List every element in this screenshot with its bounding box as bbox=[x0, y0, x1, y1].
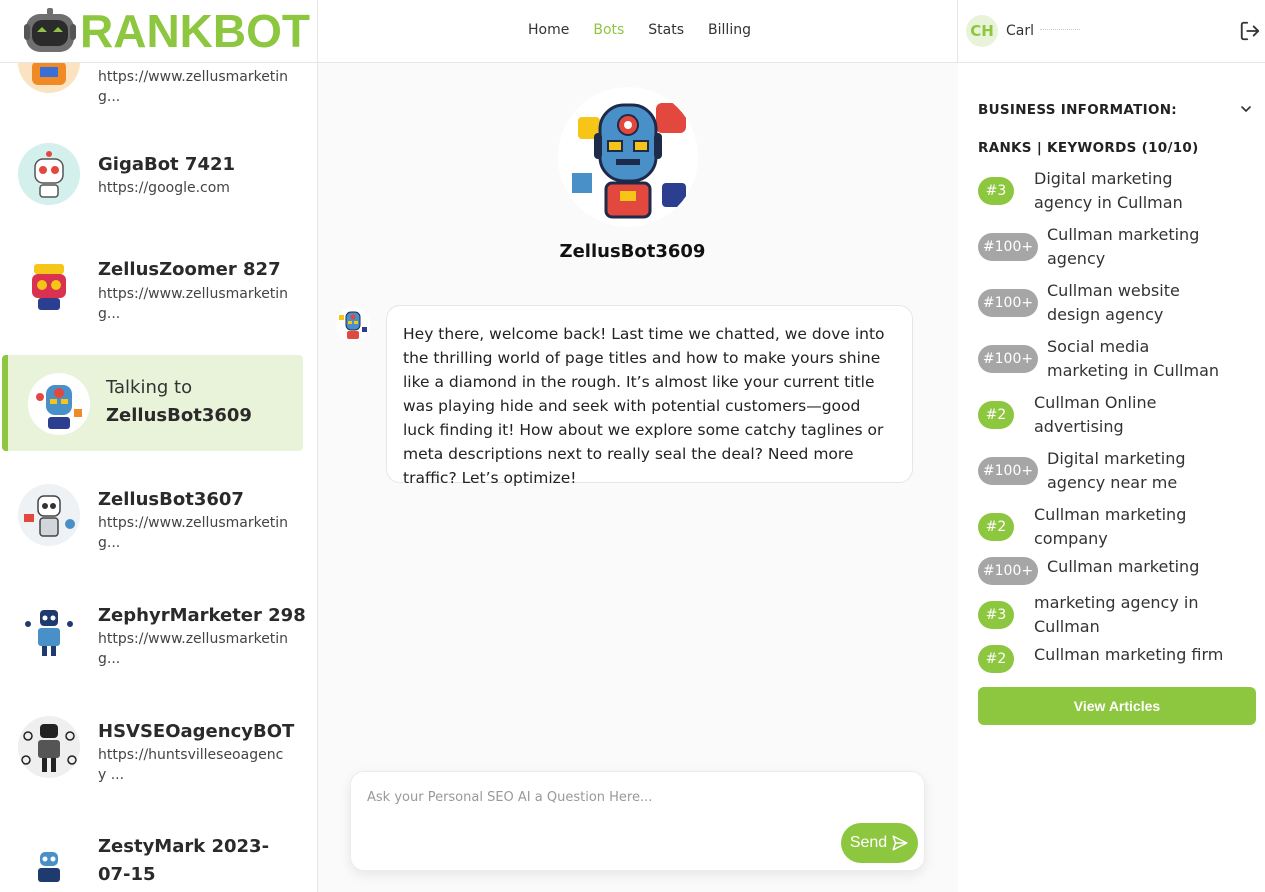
robot-icon bbox=[28, 373, 90, 435]
keyword-text: Digital marketing agency near me bbox=[1047, 449, 1186, 492]
business-info-title: BUSINESS INFORMATION: bbox=[978, 102, 1178, 118]
chat-input[interactable] bbox=[367, 790, 907, 805]
user-menu[interactable]: CH Carl bbox=[966, 15, 1080, 47]
bot-name: HSVSEOagencyBOT bbox=[98, 721, 295, 742]
bot-hero-name: ZellusBot3609 bbox=[559, 241, 706, 262]
ranks-keywords-title: RANKS | KEYWORDS (10/10) bbox=[978, 140, 1199, 156]
chat-panel: ZellusBot3609 Hey there, welcome back! L… bbox=[318, 63, 957, 892]
bots-sidebar: https://www.zellusmarketin g... GigaBot … bbox=[0, 63, 318, 892]
rank-badge: #3 bbox=[978, 177, 1014, 205]
bot-name: ZellusBot3607 bbox=[98, 489, 244, 510]
nav-billing[interactable]: Billing bbox=[708, 22, 751, 38]
bot-list-item[interactable]: ZellusBot3607 https://www.zellusmarketin… bbox=[0, 456, 317, 556]
bot-message: Hey there, welcome back! Last time we ch… bbox=[386, 305, 913, 487]
bot-name: ZestyMark 2023-07-15 bbox=[98, 836, 270, 885]
bot-url: https://www.zellusmarketin g... bbox=[98, 69, 289, 105]
send-button[interactable]: Send bbox=[841, 823, 918, 863]
bot-avatar bbox=[18, 848, 80, 892]
bot-list-item[interactable]: ZellusZoomer 827 https://www.zellusmarke… bbox=[0, 226, 317, 326]
user-name: Carl bbox=[1006, 23, 1034, 39]
rank-badge: #3 bbox=[978, 601, 1014, 629]
robot-icon bbox=[18, 63, 80, 93]
robot-icon bbox=[32, 264, 66, 310]
user-name-redacted bbox=[1040, 29, 1080, 37]
bot-hero-avatar bbox=[558, 87, 698, 227]
bot-avatar bbox=[18, 63, 80, 93]
bot-url: https://google.com bbox=[98, 180, 230, 196]
nav-stats[interactable]: Stats bbox=[648, 22, 684, 38]
bot-url: https://www.zellusmarketin g... bbox=[98, 515, 289, 551]
bot-avatar bbox=[18, 143, 80, 205]
keyword-text: Cullman Online advertising bbox=[1034, 393, 1157, 436]
robot-icon bbox=[18, 484, 80, 546]
view-articles-button[interactable]: View Articles bbox=[978, 687, 1256, 725]
bot-list-item[interactable]: GigaBot 7421 https://google.com bbox=[0, 121, 317, 221]
rank-badge: #2 bbox=[978, 401, 1014, 429]
rank-badge: #100+ bbox=[978, 289, 1038, 317]
rank-badge: #2 bbox=[978, 513, 1014, 541]
bot-url: https://www.zellusmarketin g... bbox=[98, 286, 289, 322]
robot-icon bbox=[18, 716, 80, 778]
header-divider bbox=[957, 0, 958, 63]
bot-list-item[interactable]: https://www.zellusmarketin g... bbox=[0, 63, 317, 113]
bot-avatar bbox=[28, 373, 90, 435]
message-bot-avatar bbox=[336, 307, 370, 341]
bot-avatar bbox=[18, 716, 80, 778]
logo-text: RANKBOT bbox=[80, 5, 310, 57]
bot-list-item[interactable]: ZestyMark 2023-07-15 bbox=[0, 808, 317, 892]
keyword-text: Cullman marketing company bbox=[1034, 505, 1187, 548]
rank-badge: #100+ bbox=[978, 233, 1038, 261]
robot-icon bbox=[558, 87, 698, 227]
robot-icon bbox=[336, 307, 370, 341]
send-icon bbox=[892, 835, 908, 851]
robot-icon bbox=[18, 143, 80, 205]
rank-badge: #100+ bbox=[978, 457, 1038, 485]
header-divider bbox=[317, 0, 318, 63]
top-header: RANKBOT Home Bots Stats Billing CH Carl bbox=[0, 0, 1265, 63]
bot-name: ZephyrMarketer 298 bbox=[98, 605, 306, 626]
rank-badge: #100+ bbox=[978, 345, 1038, 373]
talking-to-label: Talking to bbox=[106, 377, 193, 398]
robot-logo-icon bbox=[24, 8, 76, 52]
rankbot-logo[interactable]: RANKBOT bbox=[24, 7, 310, 55]
active-bot-item[interactable]: Talking to ZellusBot3609 bbox=[2, 355, 303, 451]
business-panel: BUSINESS INFORMATION: RANKS | KEYWORDS (… bbox=[958, 63, 1265, 892]
keyword-text: Cullman website design agency bbox=[1047, 281, 1180, 324]
rank-badge: #100+ bbox=[978, 557, 1038, 585]
bot-avatar bbox=[18, 254, 80, 316]
main-nav: Home Bots Stats Billing bbox=[528, 22, 751, 38]
robot-icon bbox=[25, 610, 73, 656]
keyword-text: Cullman marketing agency bbox=[1047, 225, 1200, 268]
bot-url: https://huntsvilleseoagency ... bbox=[98, 747, 284, 783]
bot-url: https://www.zellusmarketin g... bbox=[98, 631, 289, 667]
rank-badge: #2 bbox=[978, 645, 1014, 673]
chevron-down-icon[interactable] bbox=[1238, 101, 1254, 117]
bot-avatar bbox=[18, 600, 80, 662]
chat-input-box: Send bbox=[350, 771, 925, 871]
active-bot-name: ZellusBot3609 bbox=[106, 405, 252, 426]
bot-avatar bbox=[18, 484, 80, 546]
bot-list-item[interactable]: ZephyrMarketer 298 https://www.zellusmar… bbox=[0, 572, 317, 672]
keyword-text: Social media marketing in Cullman bbox=[1047, 337, 1220, 380]
nav-bots[interactable]: Bots bbox=[593, 22, 624, 38]
send-label: Send bbox=[849, 834, 888, 851]
bot-name: GigaBot 7421 bbox=[98, 154, 236, 175]
bot-list-item[interactable]: HSVSEOagencyBOT https://huntsvilleseoage… bbox=[0, 688, 317, 788]
user-avatar: CH bbox=[966, 15, 998, 47]
keyword-text: Digital marketing agency in Cullman bbox=[1034, 169, 1183, 212]
robot-icon bbox=[38, 852, 60, 882]
logout-icon[interactable] bbox=[1239, 20, 1261, 42]
keyword-text: Cullman marketing firm bbox=[1034, 645, 1224, 664]
keyword-text: Cullman marketing bbox=[1047, 557, 1200, 576]
bot-name: ZellusZoomer 827 bbox=[98, 259, 281, 280]
nav-home[interactable]: Home bbox=[528, 22, 569, 38]
keyword-text: marketing agency in Cullman bbox=[1034, 593, 1199, 636]
